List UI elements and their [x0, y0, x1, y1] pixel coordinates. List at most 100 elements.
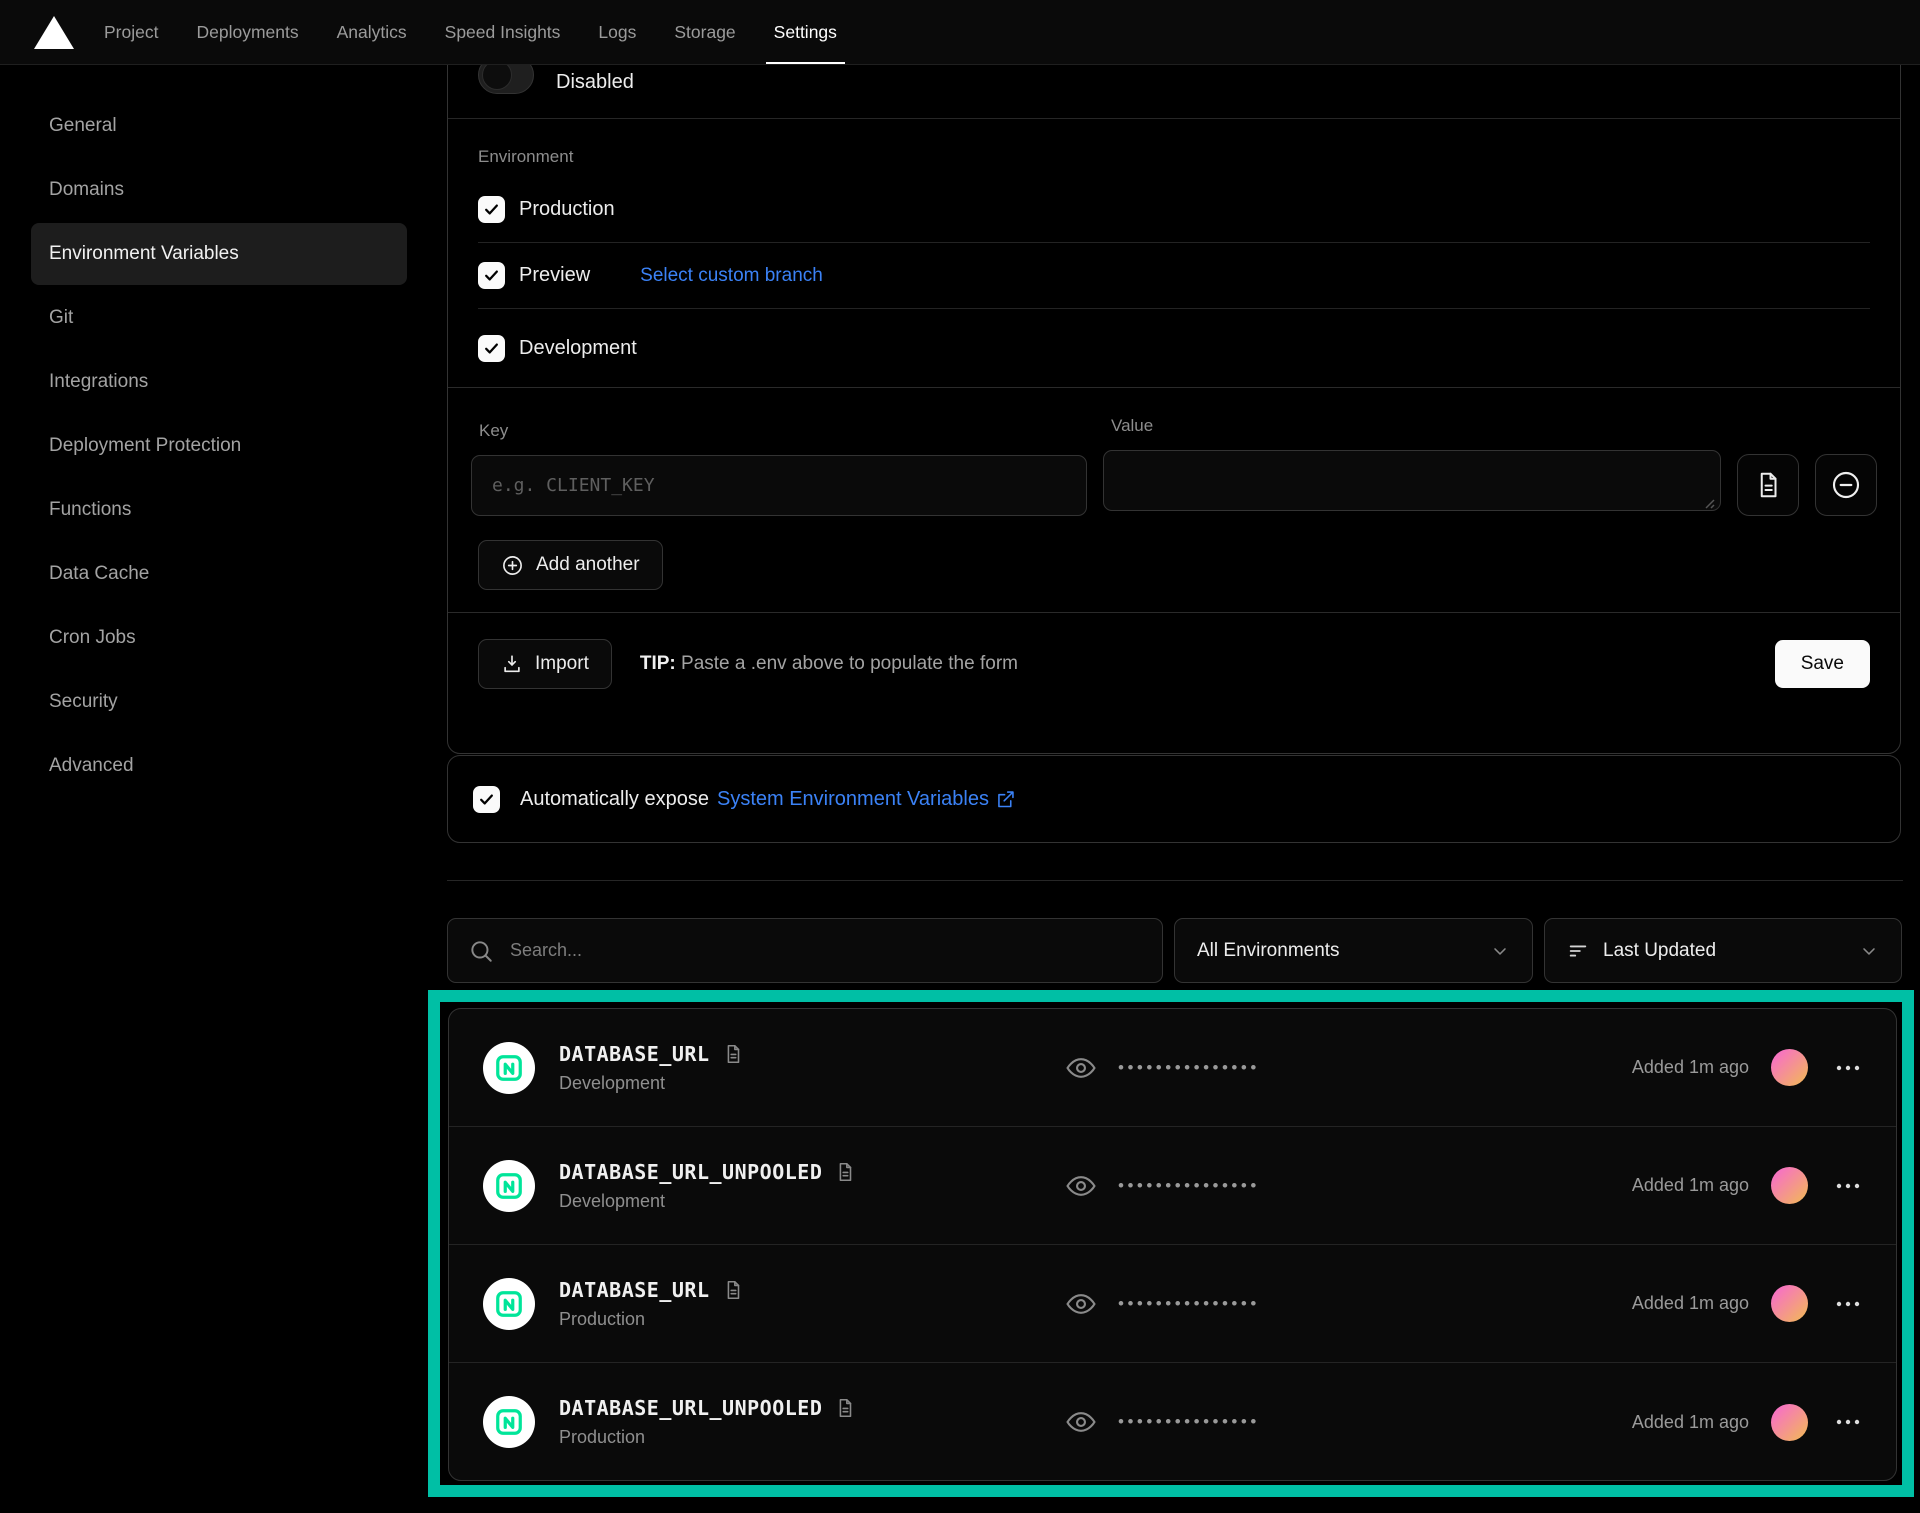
neon-logo-icon — [494, 1171, 524, 1201]
document-icon — [1753, 470, 1783, 500]
sidebar-item-cron-jobs[interactable]: Cron Jobs — [31, 607, 407, 669]
add-another-button[interactable]: Add another — [478, 540, 663, 590]
nav-tab-storage[interactable]: Storage — [674, 0, 735, 64]
import-download-icon — [501, 653, 523, 675]
chevron-down-icon — [1490, 941, 1510, 961]
user-avatar[interactable] — [1771, 1049, 1808, 1086]
sidebar-item-data-cache[interactable]: Data Cache — [31, 543, 407, 605]
env-var-name: DATABASE_URL — [559, 1278, 710, 1302]
select-custom-branch-link[interactable]: Select custom branch — [640, 265, 823, 287]
env-var-row: DATABASE_URL_UNPOOLED Development ••••••… — [449, 1127, 1896, 1245]
sidebar-item-general[interactable]: General — [31, 95, 407, 157]
sort-lines-icon — [1567, 940, 1589, 962]
nav-tab-speed-insights[interactable]: Speed Insights — [445, 0, 561, 64]
system-env-variables-link-text: System Environment Variables — [717, 788, 989, 811]
added-timestamp: Added 1m ago — [1632, 1293, 1749, 1314]
neon-integration-avatar — [483, 1042, 535, 1094]
neon-logo-icon — [494, 1053, 524, 1083]
sidebar-item-integrations[interactable]: Integrations — [31, 351, 407, 413]
system-env-variables-link[interactable]: System Environment Variables — [717, 788, 1016, 811]
production-checkbox[interactable] — [478, 196, 505, 223]
sidebar-item-deployment-protection[interactable]: Deployment Protection — [31, 415, 407, 477]
chevron-down-icon — [1859, 941, 1879, 961]
form-footer: Import TIP: Paste a .env above to popula… — [448, 613, 1900, 714]
nav-tab-project[interactable]: Project — [104, 0, 158, 64]
environment-filter-dropdown[interactable]: All Environments — [1174, 918, 1533, 983]
expose-label: Automatically expose — [520, 788, 709, 811]
check-icon — [478, 791, 495, 808]
tip-rest: Paste a .env above to populate the form — [676, 653, 1018, 674]
ellipsis-icon — [1834, 1417, 1862, 1427]
neon-logo-icon — [494, 1407, 524, 1437]
eye-icon[interactable] — [1064, 1051, 1098, 1085]
environment-section: Environment Production Preview Select cu… — [448, 119, 1900, 388]
preview-checkbox[interactable] — [478, 262, 505, 289]
remove-row-button[interactable] — [1815, 454, 1877, 516]
env-var-form-card: Disabled Environment Production Preview … — [447, 0, 1901, 754]
sidebar-item-git[interactable]: Git — [31, 287, 407, 349]
value-label: Value — [1103, 416, 1721, 436]
sidebar-item-functions[interactable]: Functions — [31, 479, 407, 541]
ellipsis-icon — [1834, 1299, 1862, 1309]
add-another-label: Add another — [536, 554, 640, 576]
key-value-section: Key Value Add anoth — [448, 388, 1900, 613]
added-timestamp: Added 1m ago — [1632, 1057, 1749, 1078]
env-row-production: Production — [478, 177, 1870, 243]
masked-value: ••••••••••••••• — [1118, 1294, 1260, 1314]
sidebar-item-security[interactable]: Security — [31, 671, 407, 733]
import-label: Import — [535, 653, 589, 675]
value-input[interactable] — [1103, 450, 1721, 511]
development-label: Development — [519, 337, 637, 360]
user-avatar[interactable] — [1771, 1285, 1808, 1322]
row-menu-button[interactable] — [1830, 1411, 1866, 1433]
tip-text: TIP: Paste a .env above to populate the … — [640, 653, 1018, 675]
nav-tab-settings[interactable]: Settings — [774, 0, 837, 64]
row-menu-button[interactable] — [1830, 1175, 1866, 1197]
paste-env-button[interactable] — [1737, 454, 1799, 516]
vercel-logo-icon[interactable] — [34, 16, 74, 49]
nav-tab-analytics[interactable]: Analytics — [337, 0, 407, 64]
user-avatar[interactable] — [1771, 1404, 1808, 1441]
eye-icon[interactable] — [1064, 1405, 1098, 1439]
import-button[interactable]: Import — [478, 639, 612, 689]
nav-tab-deployments[interactable]: Deployments — [196, 0, 298, 64]
eye-icon[interactable] — [1064, 1287, 1098, 1321]
development-checkbox[interactable] — [478, 335, 505, 362]
added-timestamp: Added 1m ago — [1632, 1175, 1749, 1196]
check-icon — [483, 201, 500, 218]
search-input[interactable] — [510, 940, 1142, 961]
neon-integration-avatar — [483, 1278, 535, 1330]
env-var-name: DATABASE_URL_UNPOOLED — [559, 1396, 822, 1420]
nav-tab-logs[interactable]: Logs — [598, 0, 636, 64]
eye-icon[interactable] — [1064, 1169, 1098, 1203]
env-var-row: DATABASE_URL Production ••••••••••••••• … — [449, 1245, 1896, 1363]
note-icon[interactable] — [834, 1161, 856, 1183]
row-menu-button[interactable] — [1830, 1057, 1866, 1079]
minus-circle-icon — [1830, 469, 1862, 501]
tip-bold: TIP: — [640, 653, 676, 674]
environment-filter-value: All Environments — [1197, 940, 1340, 962]
production-label: Production — [519, 198, 615, 221]
top-navigation: Project Deployments Analytics Speed Insi… — [0, 0, 1920, 65]
note-icon[interactable] — [834, 1397, 856, 1419]
ellipsis-icon — [1834, 1181, 1862, 1191]
save-button[interactable]: Save — [1775, 640, 1870, 688]
added-timestamp: Added 1m ago — [1632, 1412, 1749, 1433]
sidebar-item-environment-variables[interactable]: Environment Variables — [31, 223, 407, 285]
key-label: Key — [471, 421, 1087, 441]
section-divider — [447, 880, 1903, 881]
sort-value: Last Updated — [1603, 940, 1716, 962]
user-avatar[interactable] — [1771, 1167, 1808, 1204]
preview-label: Preview — [519, 264, 590, 287]
search-box — [447, 918, 1163, 983]
env-var-environment: Production — [559, 1309, 744, 1330]
neon-integration-avatar — [483, 1396, 535, 1448]
sidebar-item-domains[interactable]: Domains — [31, 159, 407, 221]
note-icon[interactable] — [722, 1279, 744, 1301]
note-icon[interactable] — [722, 1043, 744, 1065]
sort-dropdown[interactable]: Last Updated — [1544, 918, 1902, 983]
expose-checkbox[interactable] — [473, 786, 500, 813]
key-input[interactable] — [471, 455, 1087, 516]
row-menu-button[interactable] — [1830, 1293, 1866, 1315]
sidebar-item-advanced[interactable]: Advanced — [31, 735, 407, 797]
